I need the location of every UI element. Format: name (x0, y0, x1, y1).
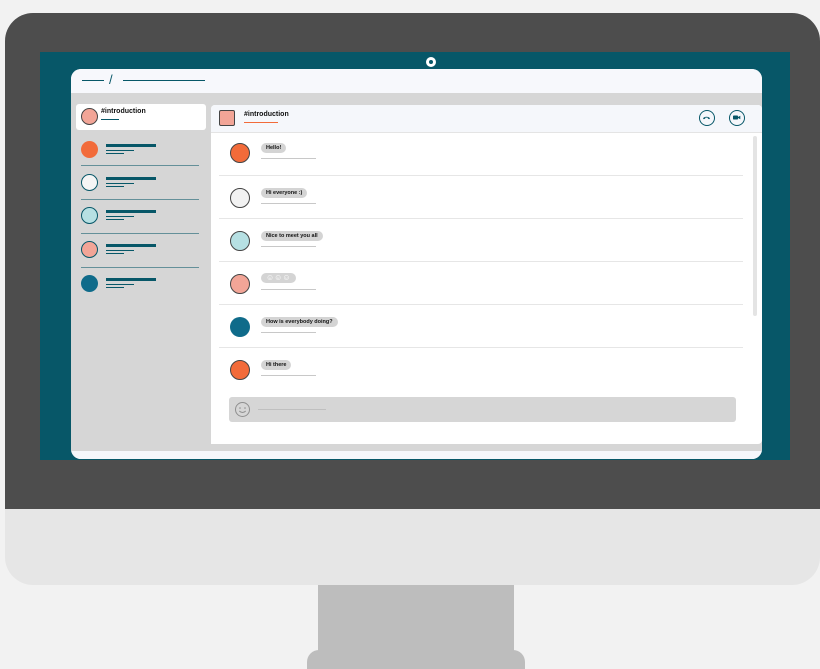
sidebar-item[interactable] (81, 275, 199, 297)
avatar (230, 231, 250, 251)
composer (211, 387, 751, 444)
sidebar-item-introduction[interactable]: #introduction (76, 104, 206, 130)
message-row: Hi everyone :) (219, 176, 743, 219)
avatar (81, 141, 98, 158)
avatar (230, 143, 250, 163)
item-title-placeholder (106, 244, 156, 247)
message-row: Nice to meet you all (219, 219, 743, 262)
message-bubble: Nice to meet you all (261, 231, 323, 241)
item-subtitle-placeholder (106, 186, 124, 187)
message-meta-placeholder (261, 246, 316, 247)
sidebar-item-label: #introduction (101, 108, 146, 115)
avatar (81, 207, 98, 224)
breadcrumb-item[interactable] (82, 80, 104, 81)
scrollbar-thumb[interactable] (753, 136, 757, 316)
chat-header: #introduction (211, 105, 762, 133)
avatar (230, 317, 250, 337)
divider (81, 267, 199, 268)
item-subtitle-placeholder (106, 253, 124, 254)
message-row: Hi there (219, 348, 743, 387)
chat-title: #introduction (244, 111, 289, 118)
message-bubble: Hi there (261, 360, 292, 370)
item-title-placeholder (106, 278, 156, 281)
main-area: #introduction #introduction Hello! Hi ev… (71, 93, 762, 451)
message-bubble: Hello! (261, 143, 287, 153)
input-placeholder-line (258, 409, 326, 410)
chat-app-window: / #introduction #introduction Hello! Hi … (71, 69, 762, 459)
breadcrumb-separator: / (109, 72, 113, 87)
item-subtitle-placeholder (106, 250, 134, 251)
video-icon[interactable] (729, 110, 745, 126)
item-subtitle-placeholder (106, 150, 134, 151)
chat-panel: #introduction Hello! Hi everyone :) Nice… (211, 105, 762, 444)
avatar (81, 275, 98, 292)
item-subtitle-placeholder (106, 216, 134, 217)
avatar (230, 274, 250, 294)
divider (81, 199, 199, 200)
sidebar-item[interactable] (81, 141, 199, 163)
active-underline (101, 119, 119, 120)
sidebar-item[interactable] (81, 174, 199, 196)
item-title-placeholder (106, 177, 156, 180)
message-list: Hello! Hi everyone :) Nice to meet you a… (211, 133, 751, 387)
breadcrumb-item[interactable] (123, 80, 205, 81)
message-row: How is everybody doing? (219, 305, 743, 348)
emoji-icon[interactable] (234, 401, 251, 418)
item-title-placeholder (106, 144, 156, 147)
item-subtitle-placeholder (106, 153, 124, 154)
avatar (81, 174, 98, 191)
message-bubble: How is everybody doing? (261, 317, 338, 327)
sidebar-item[interactable] (81, 241, 199, 263)
phone-icon[interactable] (699, 110, 715, 126)
sidebar: #introduction (71, 93, 211, 451)
message-bubble: ☺☺☺ (261, 273, 296, 283)
channel-avatar (219, 110, 235, 126)
avatar (230, 360, 250, 380)
message-meta-placeholder (261, 158, 316, 159)
message-input[interactable] (229, 397, 736, 422)
monitor-stand-base (307, 650, 525, 669)
divider (81, 233, 199, 234)
avatar (230, 188, 250, 208)
message-meta-placeholder (261, 203, 316, 204)
message-meta-placeholder (261, 375, 316, 376)
avatar (81, 241, 98, 258)
message-row: Hello! (219, 133, 743, 176)
sidebar-item[interactable] (81, 207, 199, 229)
item-subtitle-placeholder (106, 183, 134, 184)
scrollbar[interactable] (751, 133, 759, 437)
message-bubble: Hi everyone :) (261, 188, 308, 198)
item-subtitle-placeholder (106, 284, 134, 285)
app-footer (71, 451, 762, 459)
message-meta-placeholder (261, 289, 316, 290)
item-subtitle-placeholder (106, 287, 124, 288)
title-underline (244, 122, 278, 123)
item-subtitle-placeholder (106, 219, 124, 220)
message-meta-placeholder (261, 332, 316, 333)
message-row: ☺☺☺ (219, 262, 743, 305)
camera-icon (426, 57, 436, 67)
breadcrumb: / (71, 69, 762, 93)
item-title-placeholder (106, 210, 156, 213)
divider (81, 165, 199, 166)
avatar (81, 108, 98, 125)
